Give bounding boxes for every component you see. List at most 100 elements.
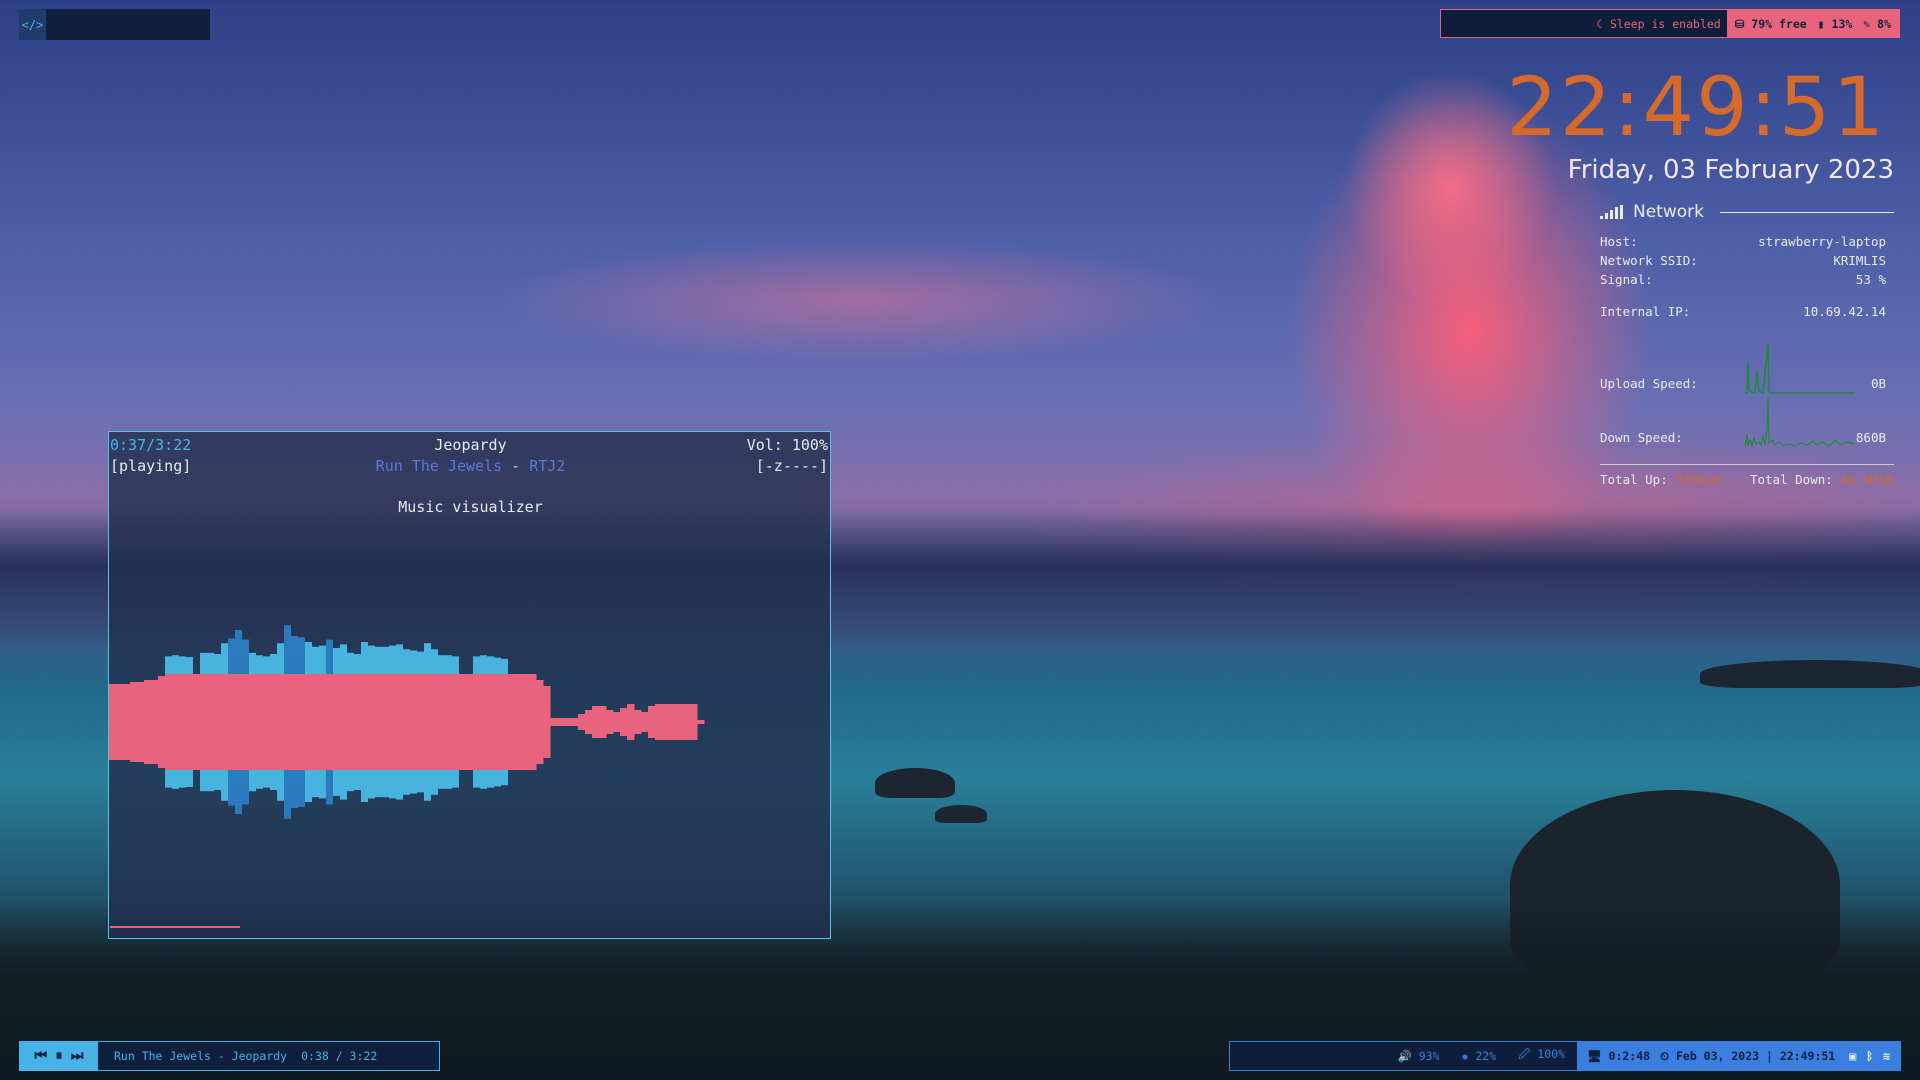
network-header-rule: [1719, 211, 1894, 213]
uptime-datetime: 🖥 0:2:48 ⏲ Feb 03, 2023 | 22:49:51: [1577, 1042, 1846, 1070]
visualizer-wave-segment: [417, 674, 425, 770]
visualizer-wave-segment: [172, 674, 180, 770]
visualizer-wave-segment: [592, 706, 600, 738]
visualizer-wave-segment: [326, 674, 334, 770]
host-row: Host: strawberry-laptop: [1600, 234, 1886, 249]
visualizer-wave-segment: [585, 710, 593, 734]
visualizer-wave-segment: [214, 674, 222, 770]
upload-row: Upload Speed: 0B: [1600, 376, 1886, 391]
visualizer-wave-segment: [137, 682, 145, 762]
visualizer-wave-segment: [179, 674, 187, 770]
network-separator: [1600, 464, 1894, 465]
visualizer-wave-segment: [144, 680, 152, 764]
visualizer-label: Music visualizer: [398, 498, 543, 516]
visualizer-wave-segment: [193, 674, 201, 770]
volume-indicator[interactable]: 🔊 93%: [1397, 1049, 1439, 1063]
visualizer-wave-segment: [487, 674, 495, 770]
signal-value: 53 %: [1855, 272, 1886, 287]
visualizer-wave-segment: [270, 674, 278, 770]
ip-label: Internal IP:: [1600, 304, 1691, 319]
wallpaper-rock: [935, 805, 987, 823]
total-down: Total Down: 46.6MiB: [1750, 472, 1893, 487]
music-visualizer: [109, 625, 705, 819]
window-title-box: [46, 9, 210, 40]
media-controls[interactable]: ⏮ ⏸ ⏭: [20, 1042, 98, 1070]
wallpaper-rock: [875, 768, 955, 798]
visualizer-wave-segment: [690, 704, 698, 740]
visualizer-wave-segment: [438, 674, 446, 770]
ip-row: Internal IP: 10.69.42.14: [1600, 304, 1886, 319]
volume-level[interactable]: Vol: 100%: [747, 436, 828, 454]
visualizer-wave-segment: [494, 674, 502, 770]
visualizer-wave-segment: [452, 674, 460, 770]
visualizer-wave-segment: [375, 674, 383, 770]
visualizer-wave-segment: [277, 674, 285, 770]
power-indicator[interactable]: 🖉 100%: [1518, 1047, 1565, 1066]
host-value: strawberry-laptop: [1758, 234, 1886, 249]
visualizer-wave-segment: [571, 718, 579, 726]
network-header: Network: [1600, 200, 1894, 224]
host-label: Host:: [1600, 234, 1638, 249]
playback-mode[interactable]: [-z----]: [756, 457, 828, 475]
visualizer-wave-segment: [242, 674, 250, 770]
visualizer-wave-segment: [641, 712, 649, 732]
upload-value: 0B: [1870, 376, 1886, 391]
visualizer-wave-segment: [347, 674, 355, 770]
mini-player-bar: ⏮ ⏸ ⏭ Run The Jewels - Jeopardy 0:38 / 3…: [19, 1041, 440, 1071]
playback-progress-bar[interactable]: [110, 926, 240, 928]
track-artist: Run The Jewels: [375, 457, 503, 475]
track-title: Jeopardy: [434, 436, 507, 454]
visualizer-wave-segment: [368, 674, 376, 770]
battery-level: ▮ 13%: [1817, 16, 1853, 31]
ssid-label: Network SSID:: [1600, 253, 1698, 268]
visualizer-wave-segment: [613, 712, 621, 732]
visualizer-wave-segment: [200, 674, 208, 770]
visualizer-wave-segment: [354, 674, 362, 770]
visualizer-wave-segment: [697, 720, 705, 724]
visualizer-wave-segment: [389, 674, 397, 770]
visualizer-wave-segment: [431, 674, 439, 770]
sleep-status[interactable]: ☾ Sleep is enabled: [1441, 10, 1727, 37]
download-label: Down Speed:: [1600, 430, 1683, 445]
visualizer-wave-segment: [599, 706, 607, 738]
visualizer-wave-segment: [256, 674, 264, 770]
visualizer-wave-segment: [123, 684, 131, 760]
visualizer-wave-segment: [130, 682, 138, 762]
workspace-widget[interactable]: </>: [19, 9, 210, 40]
visualizer-wave-segment: [207, 674, 215, 770]
uptime-indicator: 🖥 0:2:48: [1587, 1049, 1651, 1063]
artist-album-separator: -: [502, 457, 530, 475]
visualizer-wave-segment: [396, 674, 404, 770]
brightness-indicator[interactable]: ✹ 22%: [1461, 1049, 1496, 1063]
mini-player-time: 0:38 / 3:22: [301, 1049, 378, 1063]
visualizer-wave-segment: [620, 708, 628, 736]
bluetooth-icon[interactable]: ᛒ: [1866, 1049, 1873, 1063]
total-down-label: Total Down:: [1750, 472, 1833, 487]
visualizer-wave-segment: [445, 674, 453, 770]
top-status-bar: ☾ Sleep is enabled ⛁ 79% free ▮ 13% ✎ 8%: [1440, 9, 1900, 38]
code-icon[interactable]: </>: [19, 9, 46, 40]
visualizer-wave-segment: [305, 674, 313, 770]
ssid-value: KRIMLIS: [1833, 253, 1886, 268]
visualizer-wave-segment: [361, 674, 369, 770]
visualizer-wave-segment: [508, 674, 516, 770]
wallpaper-rock: [1700, 660, 1920, 688]
visualizer-wave-segment: [340, 674, 348, 770]
visualizer-wave-segment: [501, 674, 509, 770]
visualizer-wave-segment: [186, 674, 194, 770]
visualizer-wave-segment: [676, 704, 684, 740]
download-value: 860B: [1855, 430, 1886, 445]
disk-free: ⛁ 79% free: [1734, 16, 1807, 31]
visualizer-wave-segment: [459, 674, 467, 770]
visualizer-wave-segment: [151, 680, 159, 764]
bottom-status-bar: 🔊 93% ✹ 22% 🖉 100% 🖥 0:2:48 ⏲ Feb 03, 20…: [1229, 1041, 1901, 1071]
visualizer-wave-segment: [109, 684, 117, 760]
visualizer-wave-segment: [578, 714, 586, 730]
wifi-icon[interactable]: ≋: [1883, 1049, 1890, 1063]
image-icon[interactable]: ▣: [1849, 1049, 1856, 1063]
visualizer-wave-segment: [557, 718, 565, 726]
clock-time: 22:49:51: [1506, 61, 1886, 155]
clock-date: Friday, 03 February 2023: [1567, 155, 1894, 185]
music-player-window[interactable]: 0:37/3:22 [playing] Jeopardy Run The Jew…: [108, 431, 831, 939]
total-up-label: Total Up:: [1600, 472, 1668, 487]
